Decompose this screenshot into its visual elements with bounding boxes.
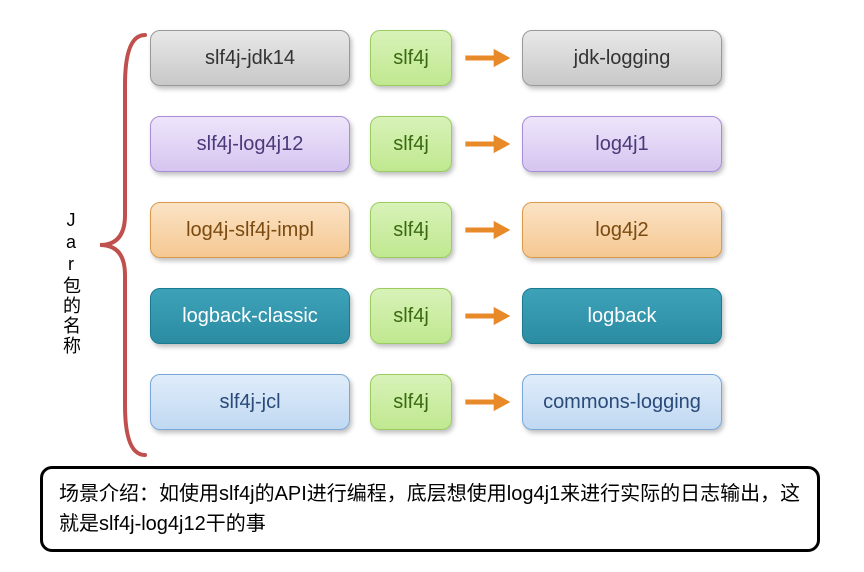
arrow-icon: [462, 215, 512, 245]
diagram-row: slf4j-jdk14 slf4j jdk-logging: [150, 30, 810, 86]
slf4j-box: slf4j: [370, 202, 452, 258]
vertical-label: Jar包的名称: [58, 210, 84, 356]
diagram-rows: slf4j-jdk14 slf4j jdk-logging slf4j-log4j12…: [150, 30, 810, 430]
diagram-row: slf4j-log4j12 slf4j log4j1: [150, 116, 810, 172]
jar-box: slf4j-jcl: [150, 374, 350, 430]
target-box: log4j1: [522, 116, 722, 172]
target-box: jdk-logging: [522, 30, 722, 86]
slf4j-box: slf4j: [370, 374, 452, 430]
jar-box: slf4j-log4j12: [150, 116, 350, 172]
diagram-row: logback-classic slf4j logback: [150, 288, 810, 344]
arrow-icon: [462, 43, 512, 73]
arrow-icon: [462, 387, 512, 417]
diagram-row: slf4j-jcl slf4j commons-logging: [150, 374, 810, 430]
arrow-icon: [462, 129, 512, 159]
jar-box: slf4j-jdk14: [150, 30, 350, 86]
slf4j-box: slf4j: [370, 30, 452, 86]
jar-box: logback-classic: [150, 288, 350, 344]
target-box: commons-logging: [522, 374, 722, 430]
brace-icon: [90, 30, 150, 460]
diagram-row: log4j-slf4j-impl slf4j log4j2: [150, 202, 810, 258]
slf4j-box: slf4j: [370, 116, 452, 172]
target-box: logback: [522, 288, 722, 344]
caption-box: 场景介绍：如使用slf4j的API进行编程，底层想使用log4j1来进行实际的日…: [40, 466, 820, 552]
arrow-icon: [462, 301, 512, 331]
jar-box: log4j-slf4j-impl: [150, 202, 350, 258]
target-box: log4j2: [522, 202, 722, 258]
slf4j-box: slf4j: [370, 288, 452, 344]
